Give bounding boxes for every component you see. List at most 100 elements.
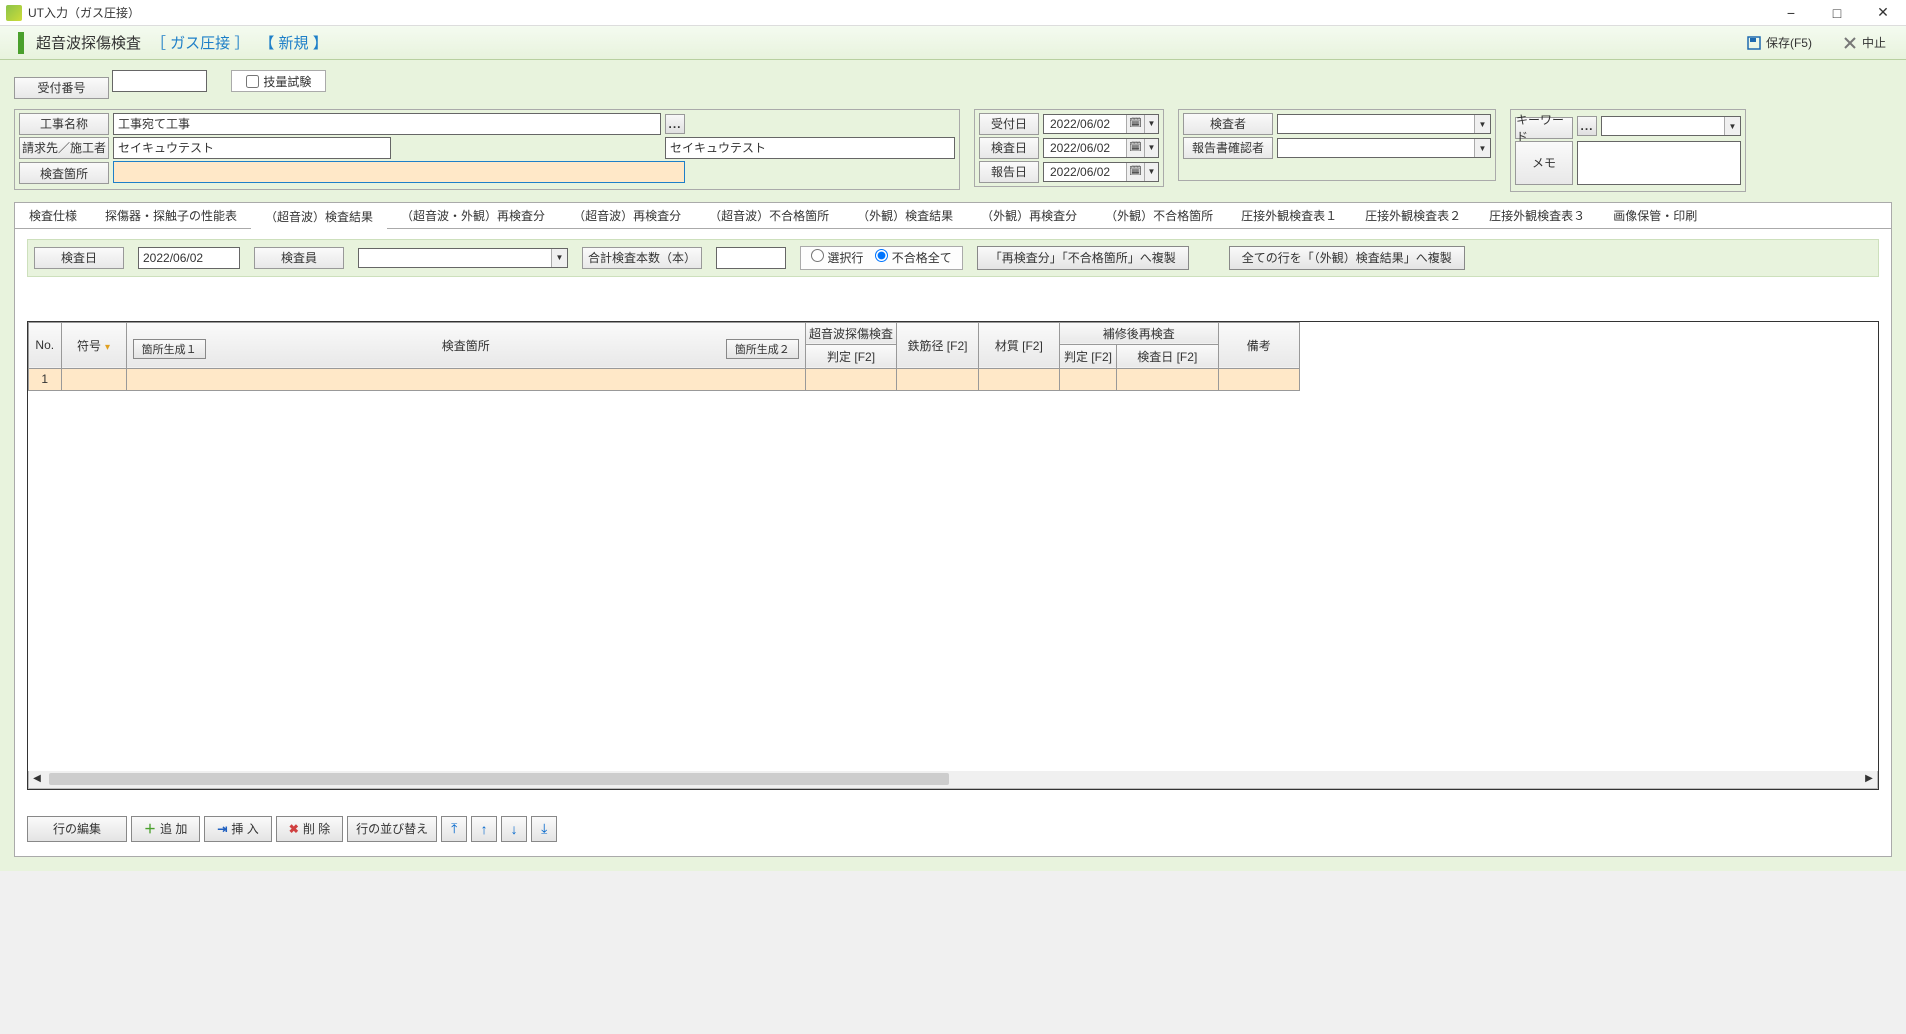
inspect-location-input[interactable] <box>113 161 685 183</box>
scroll-thumb[interactable] <box>49 773 949 785</box>
col-code[interactable]: 符号▾ <box>61 322 126 368</box>
copy-all-to-ext-button[interactable]: 全ての行を「（外観）検査結果」へ複製 <box>1229 246 1465 270</box>
accept-no-input[interactable] <box>112 70 207 92</box>
move-bottom-button[interactable]: ⤓ <box>531 816 557 842</box>
col-repair-group[interactable]: 補修後再検査 <box>1060 322 1219 344</box>
scroll-right-icon[interactable]: ▶ <box>1861 771 1877 787</box>
filter-total-input[interactable] <box>716 247 786 269</box>
col-ut-judge[interactable]: 判定 [F2] <box>805 344 897 368</box>
cell-location[interactable] <box>126 368 805 390</box>
memo-label: メモ <box>1515 141 1573 185</box>
gen1-button[interactable]: 箇所生成１ <box>133 339 206 359</box>
tab-ext-fail[interactable]: （外観）不合格箇所 <box>1091 203 1227 229</box>
project-name-input[interactable]: 工事宛て工事 <box>113 113 661 135</box>
filter-inspector-combo[interactable]: ▼ <box>358 248 568 268</box>
dropdown-icon[interactable]: ▼ <box>1144 115 1158 133</box>
keyword-label: キーワード <box>1515 117 1573 139</box>
tab-spec[interactable]: 検査仕様 <box>15 203 91 229</box>
chevron-down-icon[interactable]: ▼ <box>1474 139 1490 157</box>
tab-ut-fail[interactable]: （超音波）不合格箇所 <box>695 203 843 229</box>
reorder-button[interactable]: 行の並び替え <box>347 816 437 842</box>
col-ut-group[interactable]: 超音波探傷検査 <box>805 322 897 344</box>
col-repair-date[interactable]: 検査日 [F2] <box>1116 344 1218 368</box>
cell-ut-judge[interactable] <box>805 368 897 390</box>
filter-inspect-date-input[interactable]: 2022/06/02 <box>138 247 240 269</box>
tab-ut-result[interactable]: （超音波）検査結果 <box>251 204 387 230</box>
scroll-left-icon[interactable]: ◀ <box>29 771 45 787</box>
move-up-button[interactable]: ↑ <box>471 816 497 842</box>
approver-combo[interactable]: ▼ <box>1277 138 1491 158</box>
col-rebar[interactable]: 鉄筋径 [F2] <box>897 322 978 368</box>
project-name-browse-button[interactable]: ... <box>665 114 685 134</box>
radio-selected-row[interactable]: 選択行 <box>811 249 863 266</box>
accent-bar <box>18 32 24 54</box>
billto-label: 請求先／施工者 <box>19 137 109 159</box>
col-material[interactable]: 材質 [F2] <box>978 322 1059 368</box>
gen2-button[interactable]: 箇所生成２ <box>726 339 799 359</box>
calendar-icon[interactable]: 🗓 <box>1126 139 1144 157</box>
delete-row-button[interactable]: ✖削 除 <box>276 816 343 842</box>
move-top-button[interactable]: ⤒ <box>441 816 467 842</box>
billto-input-1[interactable]: セイキュウテスト <box>113 137 391 159</box>
project-name-label: 工事名称 <box>19 113 109 135</box>
tab-ext-result[interactable]: （外観）検査結果 <box>843 203 967 229</box>
col-remarks[interactable]: 備考 <box>1218 322 1299 368</box>
tab-ext-reinspect[interactable]: （外観）再検査分 <box>967 203 1091 229</box>
grid-wrap: No. 符号▾ 箇所生成１ 検査箇所 箇所生成２ 超音波探傷検査 鉄筋径 [F2… <box>27 321 1879 790</box>
keyword-browse-button[interactable]: ... <box>1577 116 1597 136</box>
tab-weld1[interactable]: 圧接外観検査表１ <box>1227 203 1351 229</box>
inspector-combo[interactable]: ▼ <box>1277 114 1491 134</box>
add-row-button[interactable]: ＋追 加 <box>131 816 200 842</box>
chevron-down-icon[interactable]: ▼ <box>551 249 567 267</box>
skill-test-checkbox[interactable]: 技量試験 <box>231 70 326 92</box>
chevron-down-icon[interactable]: ▼ <box>1474 115 1490 133</box>
close-button[interactable]: ✕ <box>1860 0 1906 26</box>
cell-repair-date[interactable] <box>1116 368 1218 390</box>
people-panel: 検査者 ▼ 報告書確認者 ▼ <box>1178 109 1496 181</box>
tab-weld3[interactable]: 圧接外観検査表３ <box>1475 203 1599 229</box>
chevron-down-icon[interactable]: ▼ <box>1724 117 1740 135</box>
accept-date-input[interactable]: 2022/06/02🗓▼ <box>1043 114 1159 134</box>
cell-rebar[interactable] <box>897 368 978 390</box>
cancel-button[interactable]: 中止 <box>1834 32 1894 53</box>
report-date-input[interactable]: 2022/06/02🗓▼ <box>1043 162 1159 182</box>
grid-empty-area <box>28 391 1878 771</box>
cell-repair-judge[interactable] <box>1060 368 1117 390</box>
radio-fail-all[interactable]: 不合格全て <box>875 249 951 266</box>
move-down-button[interactable]: ↓ <box>501 816 527 842</box>
sort-icon[interactable]: ▾ <box>105 342 110 353</box>
col-repair-judge[interactable]: 判定 [F2] <box>1060 344 1117 368</box>
cell-code[interactable] <box>61 368 126 390</box>
edit-row-button[interactable]: 行の編集 <box>27 816 127 842</box>
billto-input-2[interactable]: セイキュウテスト <box>665 137 955 159</box>
inspector-label: 検査者 <box>1183 113 1273 135</box>
cancel-label: 中止 <box>1862 34 1886 51</box>
tab-images[interactable]: 画像保管・印刷 <box>1599 203 1711 229</box>
col-location[interactable]: 箇所生成１ 検査箇所 箇所生成２ <box>126 322 805 368</box>
table-row[interactable]: 1 <box>29 368 1300 390</box>
dropdown-icon[interactable]: ▼ <box>1144 163 1158 181</box>
col-no[interactable]: No. <box>29 322 62 368</box>
maximize-button[interactable]: □ <box>1814 0 1860 26</box>
dropdown-icon[interactable]: ▼ <box>1144 139 1158 157</box>
cell-no[interactable]: 1 <box>29 368 62 390</box>
minimize-button[interactable]: − <box>1768 0 1814 26</box>
tab-probe[interactable]: 探傷器・探触子の性能表 <box>91 203 251 229</box>
accept-date-label: 受付日 <box>979 113 1039 135</box>
inspect-date-input[interactable]: 2022/06/02🗓▼ <box>1043 138 1159 158</box>
filter-inspect-date-label: 検査日 <box>34 247 124 269</box>
tab-ut-reinspect[interactable]: （超音波）再検査分 <box>559 203 695 229</box>
cell-remarks[interactable] <box>1218 368 1299 390</box>
memo-textarea[interactable] <box>1577 141 1741 185</box>
tab-ut-ext-reinspect[interactable]: （超音波・外観）再検査分 <box>387 203 559 229</box>
tab-weld2[interactable]: 圧接外観検査表２ <box>1351 203 1475 229</box>
calendar-icon[interactable]: 🗓 <box>1126 115 1144 133</box>
save-button[interactable]: 保存(F5) <box>1738 32 1820 53</box>
insert-row-button[interactable]: ⇥挿 入 <box>204 816 271 842</box>
cell-material[interactable] <box>978 368 1059 390</box>
copy-to-fail-button[interactable]: 「再検査分」「不合格箇所」へ複製 <box>977 246 1189 270</box>
skill-test-check-input[interactable] <box>246 75 259 88</box>
grid-horizontal-scrollbar[interactable]: ◀ ▶ <box>28 771 1878 789</box>
calendar-icon[interactable]: 🗓 <box>1126 163 1144 181</box>
keyword-combo[interactable]: ▼ <box>1601 116 1741 136</box>
